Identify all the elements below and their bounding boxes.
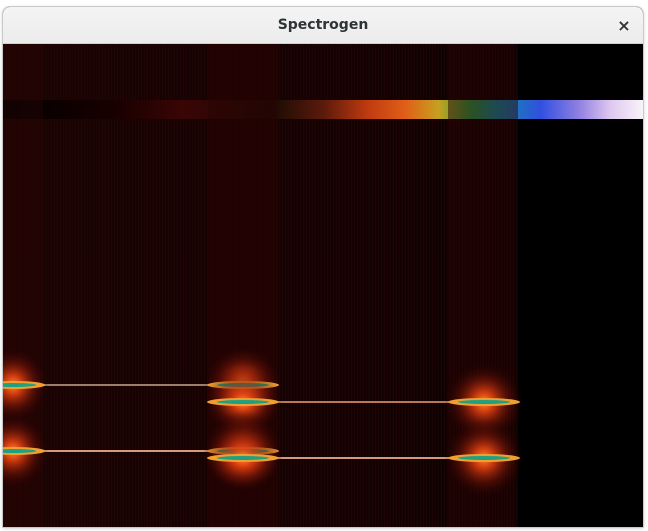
onset-blob-2b-center bbox=[217, 400, 269, 404]
onset-blob-3a-center bbox=[458, 400, 510, 404]
title-bar[interactable]: Spectrogen × bbox=[3, 7, 643, 44]
close-icon[interactable]: × bbox=[611, 13, 637, 39]
spectrogen-window: Spectrogen × bbox=[3, 7, 643, 527]
window-title: Spectrogen bbox=[277, 17, 369, 33]
colormap-bar bbox=[3, 100, 643, 119]
onset-blob-2d-center bbox=[217, 456, 269, 460]
spectrogram-svg bbox=[3, 44, 643, 527]
onset-blob-3b-center bbox=[458, 456, 510, 460]
spectrogram-canvas[interactable] bbox=[3, 44, 643, 527]
